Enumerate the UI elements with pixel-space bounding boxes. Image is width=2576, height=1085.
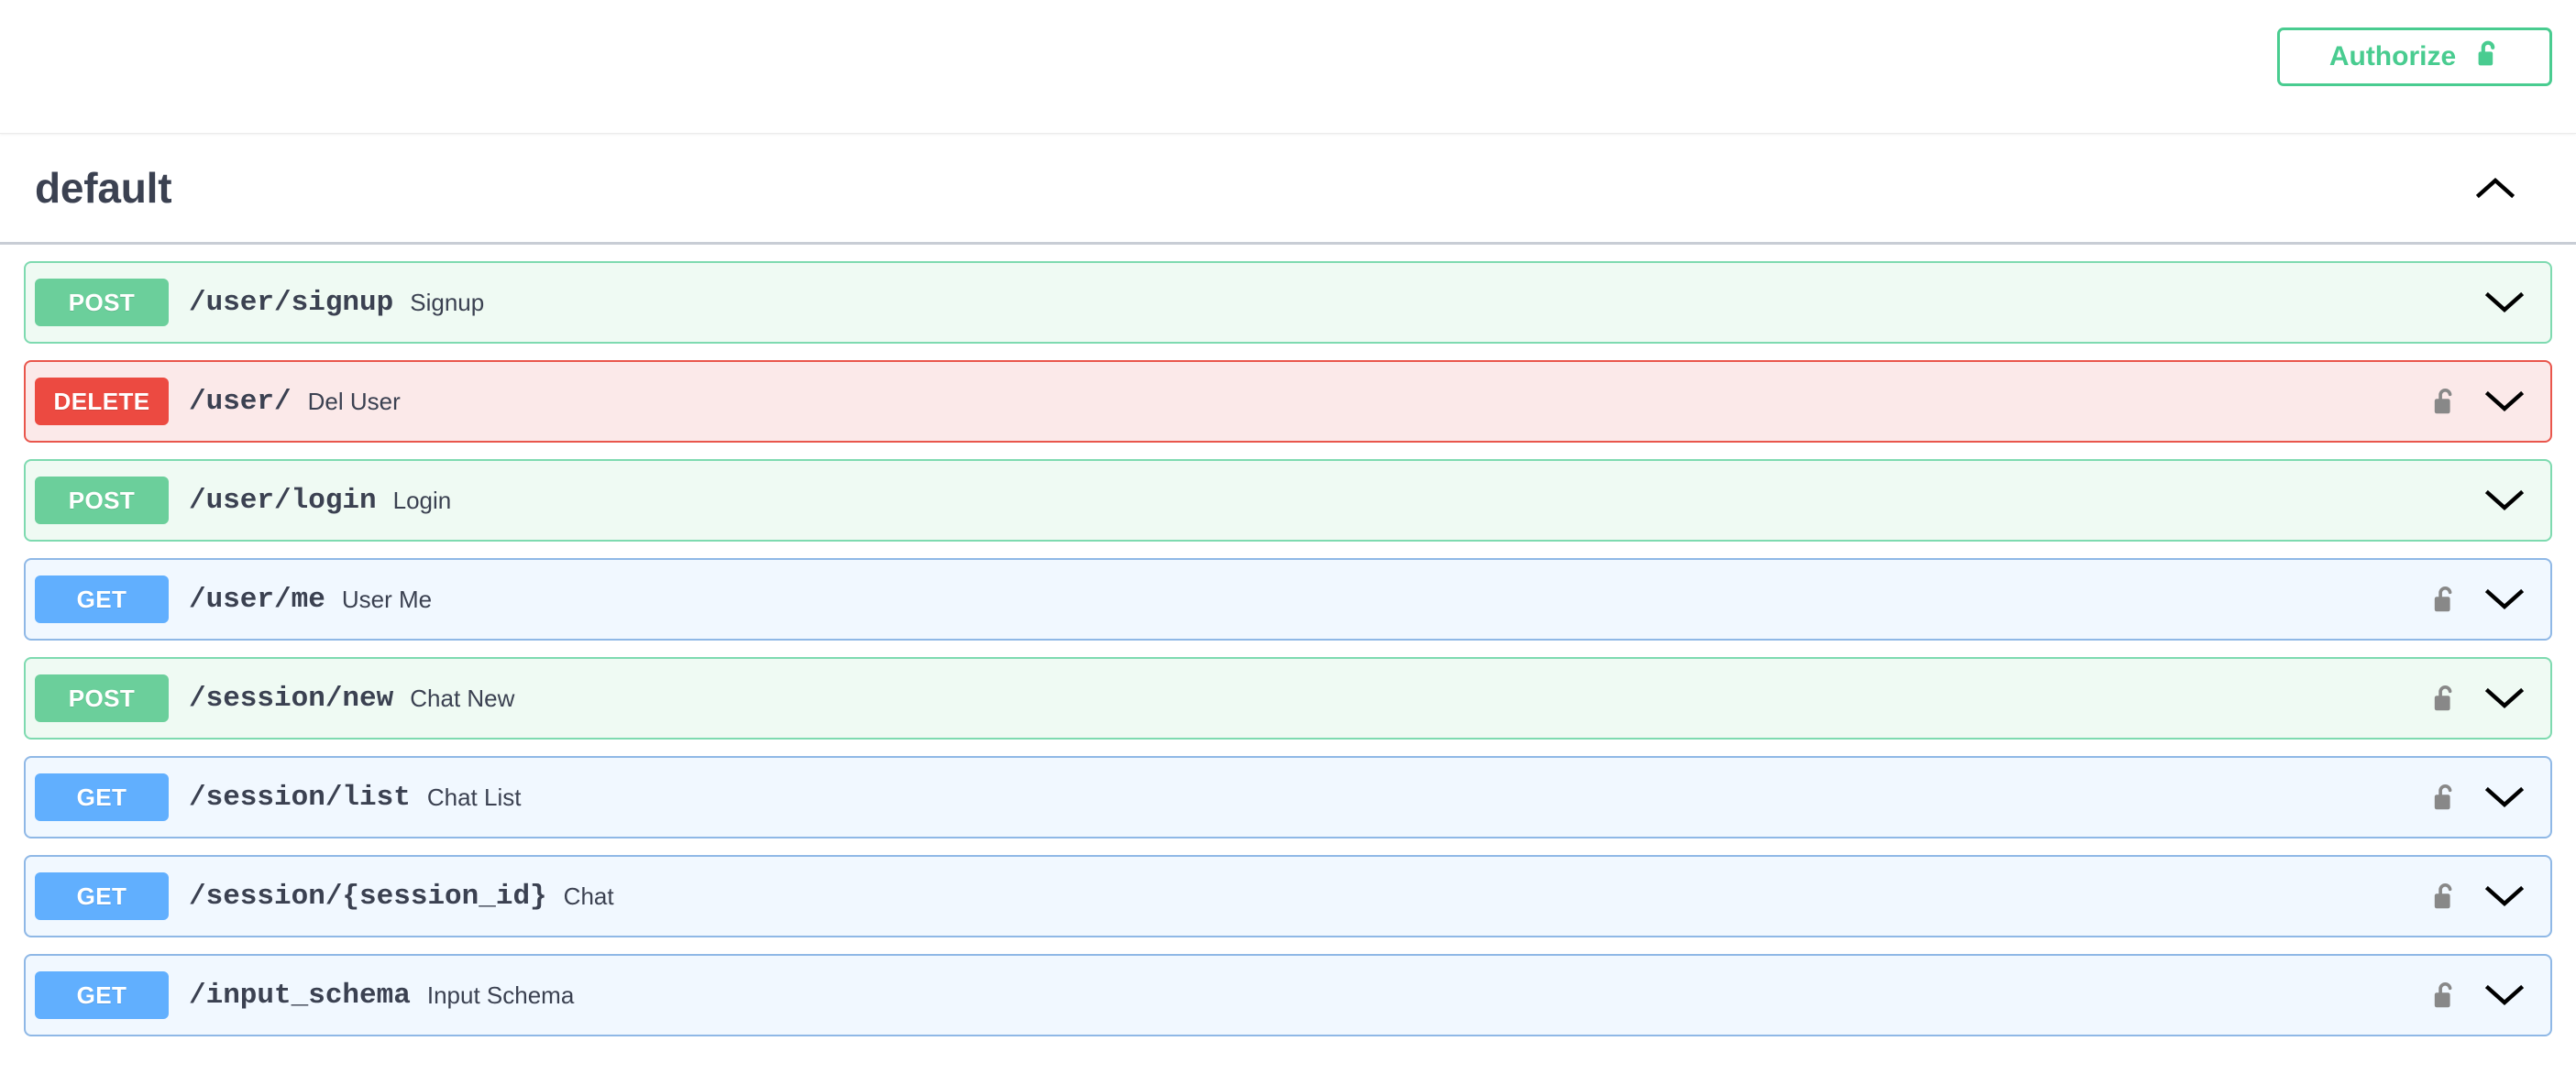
http-method-badge: GET [35,971,169,1019]
operation-summary-row[interactable]: GET /session/list Chat List [26,758,2550,837]
operation-post-user-signup[interactable]: POST /user/signup Signup [24,261,2552,344]
chevron-down-icon[interactable] [2479,277,2530,328]
auth-bar: Authorize [0,0,2576,134]
operation-summary: Login [392,486,452,514]
operation-summary: Del User [307,387,401,415]
operation-post-session-new[interactable]: POST /session/new Chat New [24,657,2552,740]
http-method-badge: POST [35,477,169,524]
http-method-badge: DELETE [35,378,169,425]
operation-path: /session/list [189,781,411,814]
operation-path: /session/new [189,682,394,715]
unlock-icon[interactable] [2424,677,2466,719]
http-method-badge: POST [35,279,169,326]
operation-delete-user[interactable]: DELETE /user/ Del User [24,360,2552,443]
chevron-down-icon[interactable] [2479,970,2530,1021]
chevron-down-icon[interactable] [2479,673,2530,724]
operations-list: POST /user/signup Signup DELETE /user/ D… [0,245,2576,1036]
operation-get-session-list[interactable]: GET /session/list Chat List [24,756,2552,838]
operation-get-user-me[interactable]: GET /user/me User Me [24,558,2552,641]
http-method-badge: GET [35,773,169,821]
chevron-down-icon[interactable] [2479,475,2530,526]
tag-header[interactable]: default [0,134,2576,245]
authorize-button-label: Authorize [2328,41,2457,71]
unlock-icon[interactable] [2424,974,2466,1016]
authorize-wrapper: Authorize [2277,27,2552,86]
operation-summary-row[interactable]: DELETE /user/ Del User [26,362,2550,441]
operation-summary: Chat New [410,684,515,712]
operation-post-user-login[interactable]: POST /user/login Login [24,459,2552,542]
operation-get-input-schema[interactable]: GET /input_schema Input Schema [24,954,2552,1036]
operation-path: /user/me [189,583,325,616]
tag-name: default [35,164,172,212]
chevron-down-icon[interactable] [2479,871,2530,922]
operation-path: /user/login [189,484,377,517]
operation-summary: Chat List [426,783,522,811]
operation-summary: Input Schema [426,981,575,1009]
tag-section-default: default POST /user/signup Signup DELETE … [0,134,2576,1036]
operation-summary-row[interactable]: GET /user/me User Me [26,560,2550,639]
chevron-down-icon[interactable] [2479,376,2530,427]
http-method-badge: POST [35,674,169,722]
http-method-badge: GET [35,872,169,920]
unlock-icon[interactable] [2424,875,2466,917]
http-method-badge: GET [35,575,169,623]
operation-summary-row[interactable]: GET /session/{session_id} Chat [26,857,2550,936]
operation-path: /input_schema [189,979,411,1012]
unlock-icon[interactable] [2424,380,2466,422]
operation-path: /user/ [189,385,292,418]
operation-path: /session/{session_id} [189,880,547,913]
operation-summary: User Me [341,585,433,613]
chevron-down-icon[interactable] [2479,772,2530,823]
operation-summary-row[interactable]: POST /user/signup Signup [26,263,2550,342]
chevron-up-icon[interactable] [2468,160,2523,215]
operation-get-session-by-id[interactable]: GET /session/{session_id} Chat [24,855,2552,937]
unlock-icon[interactable] [2424,578,2466,620]
operation-summary: Signup [410,288,485,316]
chevron-down-icon[interactable] [2479,574,2530,625]
unlock-icon [2476,39,2500,74]
operation-summary-row[interactable]: GET /input_schema Input Schema [26,956,2550,1035]
operation-summary-row[interactable]: POST /session/new Chat New [26,659,2550,738]
operation-summary-row[interactable]: POST /user/login Login [26,461,2550,540]
unlock-icon[interactable] [2424,776,2466,818]
authorize-button[interactable]: Authorize [2277,27,2552,86]
operation-path: /user/signup [189,286,394,319]
operation-summary: Chat [563,882,614,910]
